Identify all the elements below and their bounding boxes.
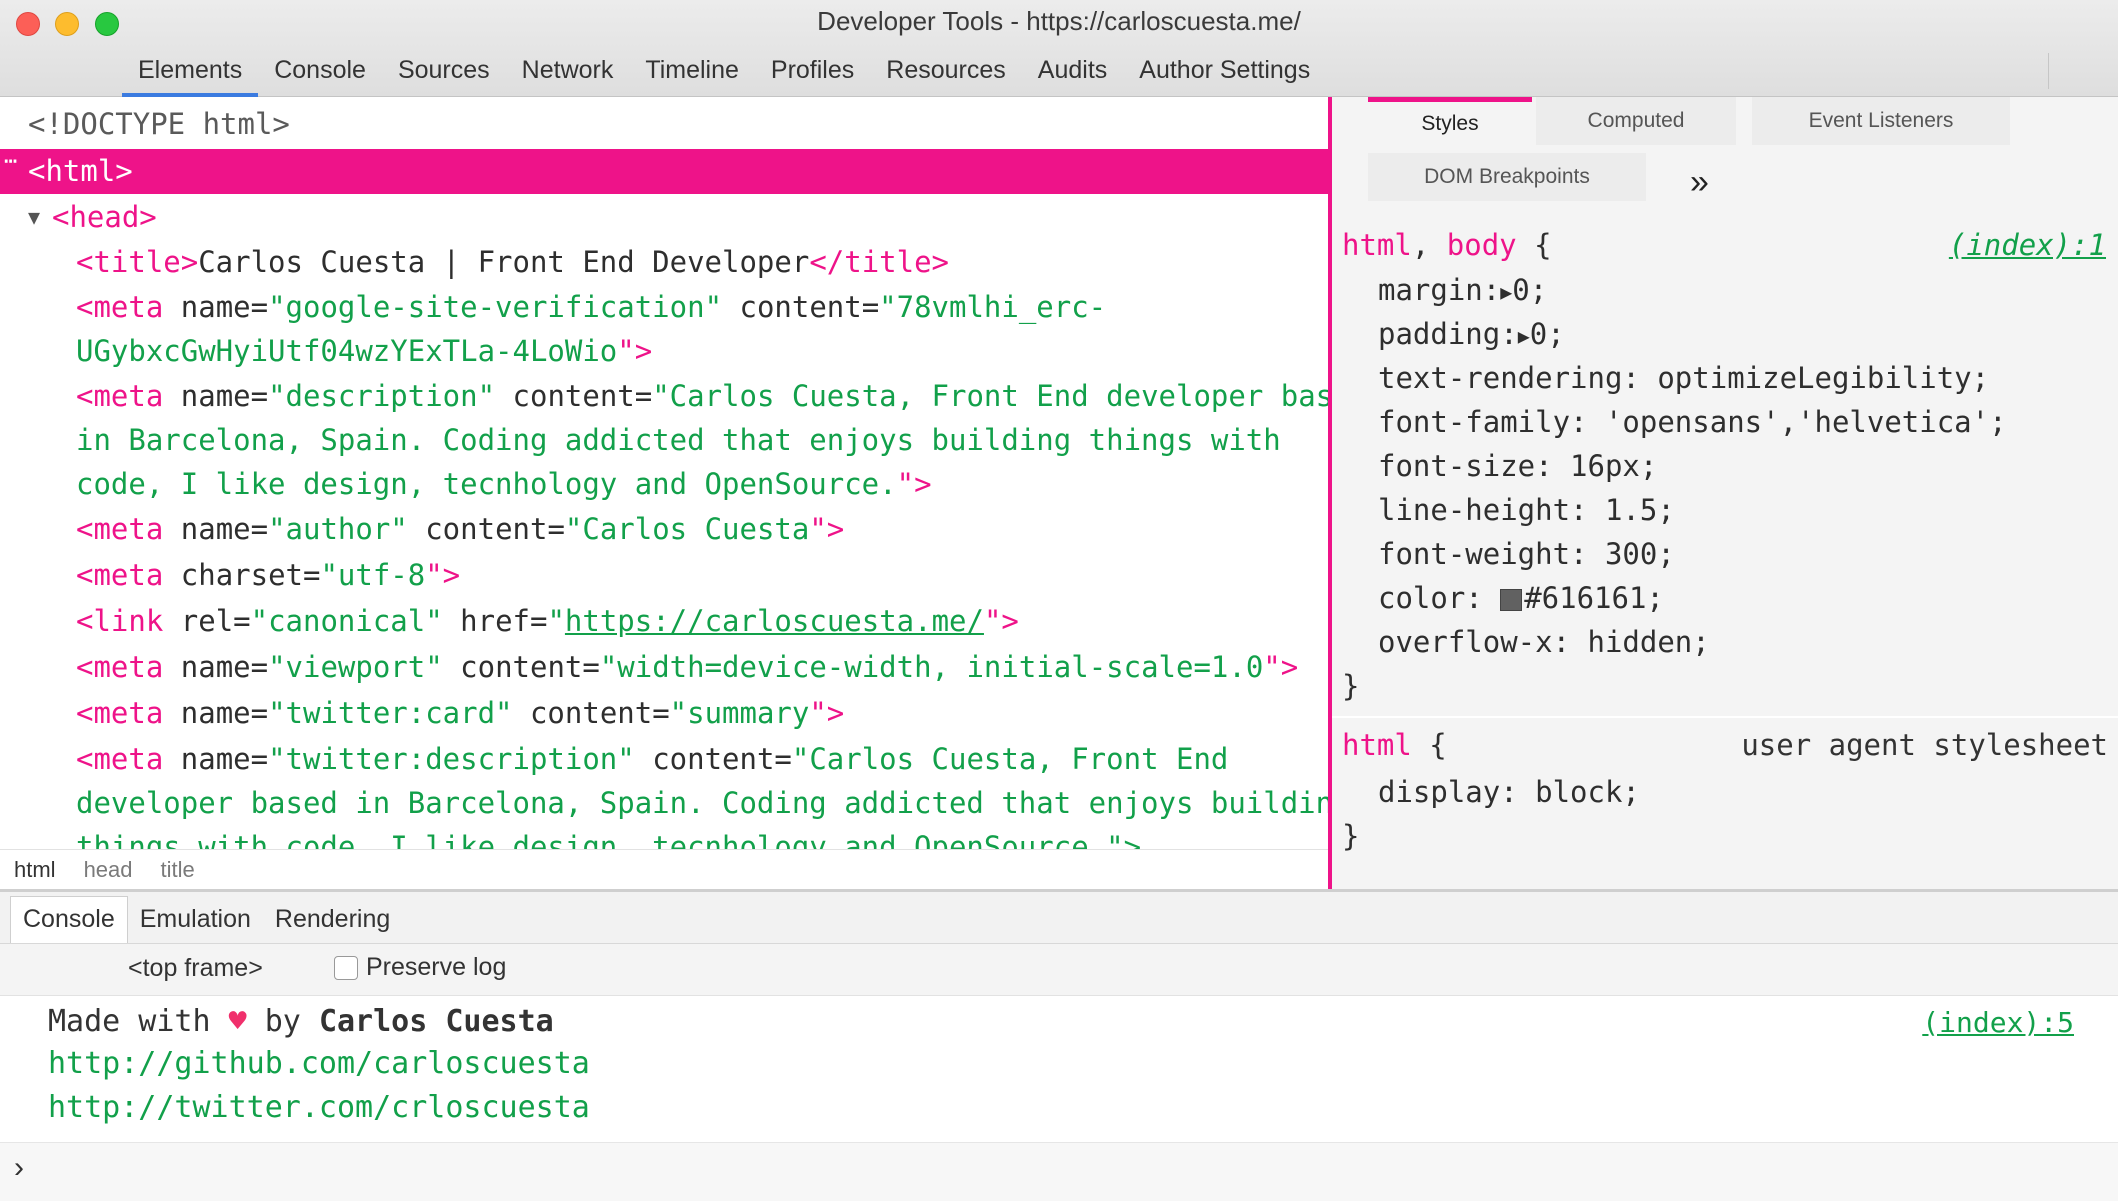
declaration-padding[interactable]: padding:▶0; [1378, 312, 1565, 358]
declaration-margin[interactable]: margin:▶0; [1378, 268, 1547, 314]
expand-triangle-icon[interactable]: ▼ [28, 195, 40, 240]
dom-node-meta-verification-cont: UGybxcGwHyiUtf04wzYExTLa-4LoWio"> [76, 334, 653, 368]
heart-icon: ♥ [228, 1004, 247, 1039]
breadcrumb-head[interactable]: head [70, 857, 147, 883]
styles-sidebar: Styles Computed Event Listeners DOM Brea… [1332, 97, 2118, 889]
tab-audits[interactable]: Audits [1022, 52, 1123, 93]
color-swatch[interactable] [1500, 589, 1523, 611]
tab-dom-breakpoints[interactable]: DOM Breakpoints [1368, 153, 1646, 201]
dom-node-meta-description-cont: in Barcelona, Spain. Coding addicted tha… [76, 423, 1281, 457]
head-tag: <head> [52, 200, 157, 234]
declaration-display[interactable]: display: block; [1378, 770, 1640, 814]
dom-node-meta-twitter-description-cont: things with code, I like design, tecnhol… [76, 830, 1142, 849]
declaration-overflow-x[interactable]: overflow-x: hidden; [1378, 620, 1710, 664]
dom-node-meta-twitter-description-cont: developer based in Barcelona, Spain. Cod… [76, 786, 1328, 820]
dom-node-meta-charset[interactable]: <meta charset="utf-8"> [0, 553, 1328, 598]
expand-shorthand-icon[interactable]: ▶ [1518, 324, 1530, 348]
tab-event-listeners[interactable]: Event Listeners [1752, 97, 2010, 145]
preserve-log-label: Preserve log [366, 953, 507, 981]
dom-node-meta-description[interactable]: <meta name="description" content="Carlos… [0, 374, 1328, 419]
dom-node-meta-verification[interactable]: <meta name="google-site-verification" co… [0, 285, 1328, 330]
tab-styles[interactable]: Styles [1368, 97, 1532, 150]
more-tabs-chevron-icon[interactable]: » [1690, 163, 1709, 202]
prompt-chevron-icon: › [14, 1151, 24, 1184]
preserve-log-option[interactable]: Preserve log [334, 953, 506, 982]
console-source-link[interactable]: (index):5 [1922, 1006, 2074, 1039]
frame-selector[interactable]: <top frame> [128, 954, 263, 983]
tab-elements[interactable]: Elements [122, 52, 259, 97]
rule-divider [1332, 716, 2118, 718]
dom-node-doctype[interactable]: <!DOCTYPE html> [0, 102, 1328, 147]
title-text: Carlos Cuesta | Front End Developer [198, 245, 810, 279]
tab-timeline[interactable]: Timeline [629, 52, 755, 93]
dom-node-link-canonical[interactable]: <link rel="canonical" href="https://carl… [0, 599, 1328, 644]
console-drawer: Console Emulation Rendering <top frame> … [0, 892, 2118, 1201]
declaration-color[interactable]: color: #616161; [1378, 576, 1664, 620]
tab-divider [2048, 53, 2049, 89]
tab-profiles[interactable]: Profiles [755, 52, 870, 93]
tab-network[interactable]: Network [506, 52, 630, 93]
console-input[interactable]: › [0, 1142, 2118, 1201]
console-output: Made with ♥ by Carlos Cuesta (index):5 h… [0, 996, 2118, 1142]
rule-brace-close: } [1342, 669, 1360, 703]
devtools-main-tabs: Elements Console Sources Network Timelin… [122, 52, 1326, 97]
dom-node-meta-viewport[interactable]: <meta name="viewport" content="width=dev… [0, 645, 1328, 690]
declaration-font-family[interactable]: font-family: 'opensans','helvetica'; [1378, 400, 2007, 444]
breadcrumb-title[interactable]: title [147, 857, 209, 883]
breadcrumb-html[interactable]: html [0, 857, 70, 883]
tab-computed[interactable]: Computed [1536, 97, 1736, 145]
drawer-tab-console[interactable]: Console [10, 896, 128, 943]
console-link-twitter[interactable]: http://twitter.com/crloscuesta [48, 1090, 590, 1125]
window-title: Developer Tools - https://carloscuesta.m… [817, 6, 1301, 36]
sidebar-tabs: Styles Computed Event Listeners DOM Brea… [1332, 97, 2118, 222]
console-toolbar: <top frame> Preserve log [0, 944, 2118, 996]
dom-node-meta-description-cont: code, I like design, tecnhology and Open… [76, 467, 932, 501]
declaration-line-height[interactable]: line-height: 1.5; [1378, 488, 1675, 532]
breadcrumb: html head title [0, 849, 1328, 890]
canonical-href-link[interactable]: https://carloscuesta.me/ [565, 604, 984, 638]
ua-stylesheet-label: user agent stylesheet [1741, 728, 2108, 762]
declaration-text-rendering[interactable]: text-rendering: optimizeLegibility; [1378, 356, 1989, 400]
tab-sources[interactable]: Sources [382, 52, 506, 93]
console-link-github[interactable]: http://github.com/carloscuesta [48, 1046, 590, 1081]
expand-shorthand-icon[interactable]: ▶ [1500, 280, 1512, 304]
drawer-tabs: Console Emulation Rendering [0, 892, 2118, 944]
declaration-font-weight[interactable]: font-weight: 300; [1378, 532, 1675, 576]
dom-node-meta-twitter-description[interactable]: <meta name="twitter:description" content… [0, 737, 1328, 782]
rule-selector[interactable]: html, body { [1342, 223, 1552, 267]
drawer-tab-rendering[interactable]: Rendering [263, 897, 402, 943]
tab-console[interactable]: Console [258, 52, 382, 93]
drawer-tab-emulation[interactable]: Emulation [128, 897, 263, 943]
dom-node-meta-twitter-card[interactable]: <meta name="twitter:card" content="summa… [0, 691, 1328, 736]
console-message: Made with ♥ by Carlos Cuesta [48, 1004, 554, 1039]
preserve-log-checkbox[interactable] [334, 955, 358, 980]
window-titlebar: Developer Tools - https://carloscuesta.m… [0, 0, 2118, 97]
rule-brace-close: } [1342, 819, 1360, 853]
elements-dom-tree: <!DOCTYPE html> ⋯ <html> ▼ <head> <title>C… [0, 97, 1328, 849]
rule-source-link[interactable]: (index):1 [1949, 223, 2106, 267]
tab-resources[interactable]: Resources [870, 52, 1022, 93]
dom-node-html-selected[interactable]: ⋯ <html> [0, 149, 1328, 194]
declaration-font-size[interactable]: font-size: 16px; [1378, 444, 1657, 488]
style-rules: html, body { (index):1 margin:▶0; paddin… [1332, 222, 2118, 889]
dom-node-title[interactable]: <title>Carlos Cuesta | Front End Develop… [0, 240, 1328, 285]
tab-author-settings[interactable]: Author Settings [1123, 52, 1326, 93]
ua-rule-selector[interactable]: html { [1342, 723, 1447, 767]
more-options-icon[interactable]: ⋯ [4, 139, 17, 184]
html-tag: <html> [28, 154, 133, 188]
dom-node-meta-author[interactable]: <meta name="author" content="Carlos Cues… [0, 507, 1328, 552]
